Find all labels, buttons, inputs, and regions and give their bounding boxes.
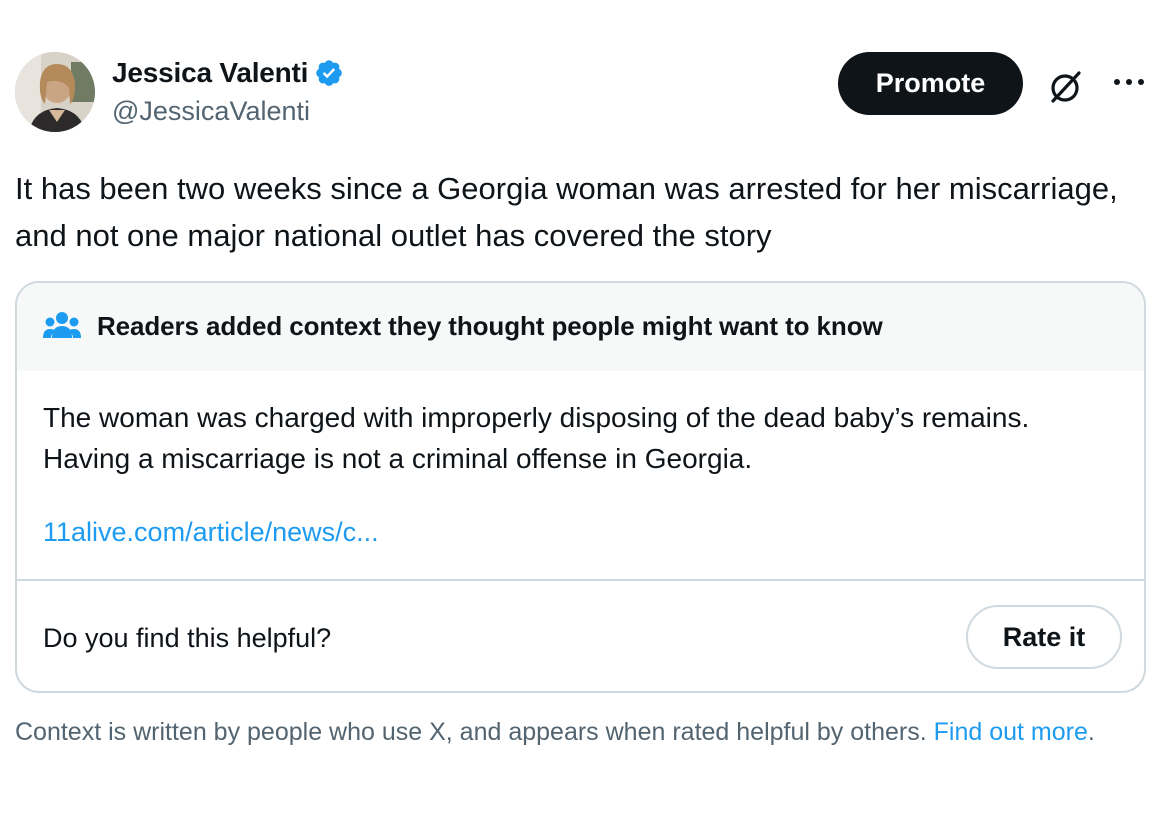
tweet-text: It has been two weeks since a Georgia wo… [15, 171, 1118, 253]
community-note-body: The woman was charged with improperly di… [43, 402, 1053, 474]
promote-button[interactable]: Promote [838, 52, 1023, 115]
people-icon [43, 310, 81, 342]
find-out-more-link[interactable]: Find out more [934, 718, 1088, 746]
context-footer: Context is written by people who use X, … [15, 716, 1145, 748]
grok-icon[interactable] [1046, 68, 1084, 106]
context-footer-text: Context is written by people who use X, … [15, 718, 927, 746]
author-name[interactable]: Jessica Valenti [112, 57, 308, 89]
community-note-source-link[interactable]: 11alive.com/article/news/c... [43, 517, 379, 548]
community-note-title: Readers added context they thought peopl… [97, 311, 883, 341]
community-note-header: Readers added context they thought peopl… [17, 283, 1144, 371]
author-handle[interactable]: @JessicaValenti [112, 96, 310, 127]
divider [17, 579, 1144, 581]
rate-it-button[interactable]: Rate it [966, 605, 1122, 669]
more-icon[interactable] [1112, 72, 1146, 92]
helpful-question: Do you find this helpful? [43, 623, 332, 653]
verified-badge-icon[interactable] [314, 58, 344, 88]
avatar[interactable] [15, 52, 95, 132]
footer-period: . [1087, 718, 1095, 746]
avatar-image [15, 52, 95, 132]
community-note-card: Readers added context they thought peopl… [15, 281, 1146, 693]
author-name-row: Jessica Valenti [112, 56, 344, 90]
